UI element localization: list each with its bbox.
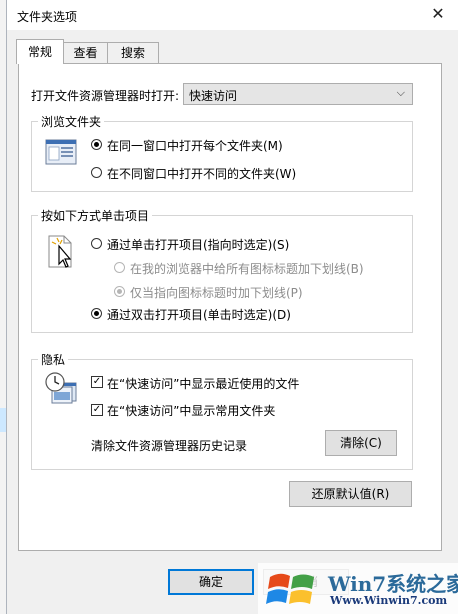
window-folder-icon — [45, 139, 77, 165]
privacy-title: 隐私 — [38, 351, 69, 368]
clear-history-button[interactable]: 清除(C) — [325, 430, 397, 456]
clear-history-label: 清除文件资源管理器历史记录 — [91, 439, 248, 453]
checkbox-recent-files-label[interactable]: 在“快速访问”中显示最近使用的文件 — [107, 375, 299, 392]
radio-same-window[interactable] — [91, 139, 102, 150]
watermark-title: Win7系统之家 — [328, 572, 458, 596]
radio-underline-always[interactable] — [114, 262, 125, 273]
radio-underline-hover-label[interactable]: 仅当指向图标标题时加下划线(P) — [130, 284, 303, 301]
radio-underline-always-label[interactable]: 在我的浏览器中给所有图标标题加下划线(B) — [130, 260, 364, 277]
radio-different-window-label[interactable]: 在不同窗口中打开不同的文件夹(W) — [107, 165, 296, 182]
checkbox-recent-files[interactable]: ✓ — [91, 376, 103, 388]
radio-different-window[interactable] — [91, 167, 102, 178]
radio-single-click[interactable] — [91, 238, 102, 249]
radio-double-click[interactable] — [91, 308, 102, 319]
restore-defaults-button[interactable]: 还原默认值(R) — [289, 481, 412, 507]
open-explorer-value: 快速访问 — [189, 89, 238, 103]
radio-same-window-label[interactable]: 在同一窗口中打开每个文件夹(M) — [107, 137, 283, 154]
click-items-title: 按如下方式单击项目 — [38, 207, 153, 224]
radio-single-click-label[interactable]: 通过单击打开项目(指向时选定)(S) — [107, 236, 289, 253]
radio-underline-hover[interactable] — [114, 286, 125, 297]
windows-logo-icon — [266, 573, 314, 604]
open-explorer-label: 打开文件资源管理器时打开: — [31, 89, 180, 103]
radio-double-click-label[interactable]: 通过双击打开项目(单击时选定)(D) — [107, 306, 291, 323]
watermark-url: Www.Winwin7.com — [330, 594, 448, 607]
site-watermark: Win7系统之家 Www.Winwin7.com — [258, 563, 458, 614]
browse-folders-title: 浏览文件夹 — [38, 113, 105, 130]
open-explorer-select[interactable]: 快速访问 ⌵ — [183, 83, 413, 105]
pointer-click-icon — [48, 235, 72, 268]
checkbox-frequent-folders-label[interactable]: 在“快速访问”中显示常用文件夹 — [107, 402, 275, 419]
ok-button[interactable]: 确定 — [168, 569, 254, 595]
chevron-down-icon: ⌵ — [396, 86, 405, 99]
clock-files-icon — [45, 372, 77, 404]
checkbox-frequent-folders[interactable]: ✓ — [91, 404, 103, 416]
